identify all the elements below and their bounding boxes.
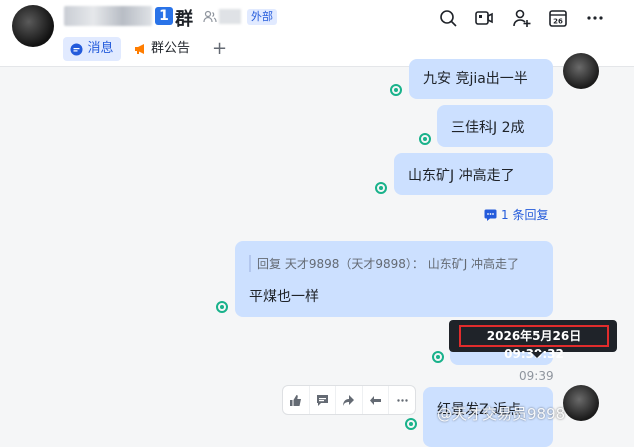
member-count-redacted — [219, 9, 241, 24]
read-status-icon[interactable] — [390, 84, 402, 96]
group-name-redacted — [64, 6, 152, 26]
thumbs-up-icon — [290, 394, 302, 406]
message-time: 09:39 — [519, 369, 554, 383]
message-text: 三佳科J 2成 — [451, 120, 525, 136]
reply-icon — [484, 209, 497, 221]
message-text: 九安 竞jia出一半 — [423, 71, 528, 87]
group-title[interactable]: 群 — [175, 5, 193, 31]
reply-count-link[interactable]: 1 条回复 — [484, 206, 548, 223]
quote-button[interactable] — [363, 386, 390, 414]
group-number-badge: 1 — [155, 7, 173, 25]
more-icon — [396, 398, 408, 402]
calendar-icon[interactable]: 26 — [548, 8, 568, 28]
comment-icon — [316, 394, 328, 406]
timestamp-tooltip: 2026年5月26日 09:39:32 — [449, 320, 617, 361]
tab-messages-label: 消息 — [87, 41, 114, 56]
add-member-icon[interactable] — [512, 8, 532, 28]
calendar-day: 26 — [553, 18, 563, 26]
tab-announcement[interactable]: 群公告 — [134, 37, 190, 61]
message-bubble[interactable]: 九安 竞jia出一半 — [409, 59, 553, 99]
tooltip-arrow — [531, 352, 543, 358]
quoted-message[interactable]: 回复 天才9898（天才9898）： 山东矿J 冲高走了 — [249, 255, 519, 272]
add-tab-button[interactable]: + — [212, 37, 227, 61]
more-options-icon[interactable] — [585, 8, 605, 28]
reply-message-bubble[interactable]: 回复 天才9898（天才9898）： 山东矿J 冲高走了 平煤也一样 — [235, 241, 553, 317]
read-status-icon[interactable] — [216, 301, 228, 313]
group-avatar[interactable] — [12, 5, 54, 47]
message-text: 平煤也一样 — [249, 289, 319, 305]
tab-messages[interactable]: 消息 — [63, 37, 121, 61]
like-button[interactable] — [283, 386, 310, 414]
more-actions-button[interactable] — [389, 386, 415, 414]
tooltip-highlight: 2026年5月26日 09:39:32 — [459, 325, 609, 361]
forward-button[interactable] — [336, 386, 363, 414]
read-status-icon[interactable] — [405, 418, 417, 430]
read-status-icon[interactable] — [375, 182, 387, 194]
search-icon[interactable] — [438, 8, 458, 28]
reply-count-label: 1 条回复 — [501, 208, 549, 222]
message-bubble[interactable]: 山东矿J 冲高走了 — [394, 153, 553, 195]
video-call-icon[interactable] — [474, 8, 494, 28]
sender-avatar[interactable] — [563, 385, 599, 421]
forward-icon — [343, 394, 355, 406]
message-action-bar — [282, 385, 416, 415]
reply-button[interactable] — [310, 386, 337, 414]
message-icon — [70, 43, 83, 55]
message-bubble[interactable]: 三佳科J 2成 — [437, 105, 553, 147]
quote-reply-icon — [370, 395, 382, 405]
message-list[interactable]: 九安 竞jia出一半 三佳科J 2成 山东矿J 冲高走了 1 条回复 回复 天才… — [0, 53, 634, 447]
watermark: @天才交易员9898 — [437, 405, 566, 423]
members-icon[interactable] — [203, 10, 217, 24]
message-text: 山东矿J 冲高走了 — [408, 168, 515, 184]
megaphone-icon — [135, 44, 144, 54]
chat-header: 1 群 外部 消息 群公告 + 26 — [0, 0, 634, 67]
sender-avatar[interactable] — [563, 53, 599, 89]
external-badge: 外部 — [247, 9, 277, 25]
read-status-icon[interactable] — [432, 351, 444, 363]
read-status-icon[interactable] — [419, 133, 431, 145]
tab-announcement-label: 群公告 — [151, 41, 191, 56]
